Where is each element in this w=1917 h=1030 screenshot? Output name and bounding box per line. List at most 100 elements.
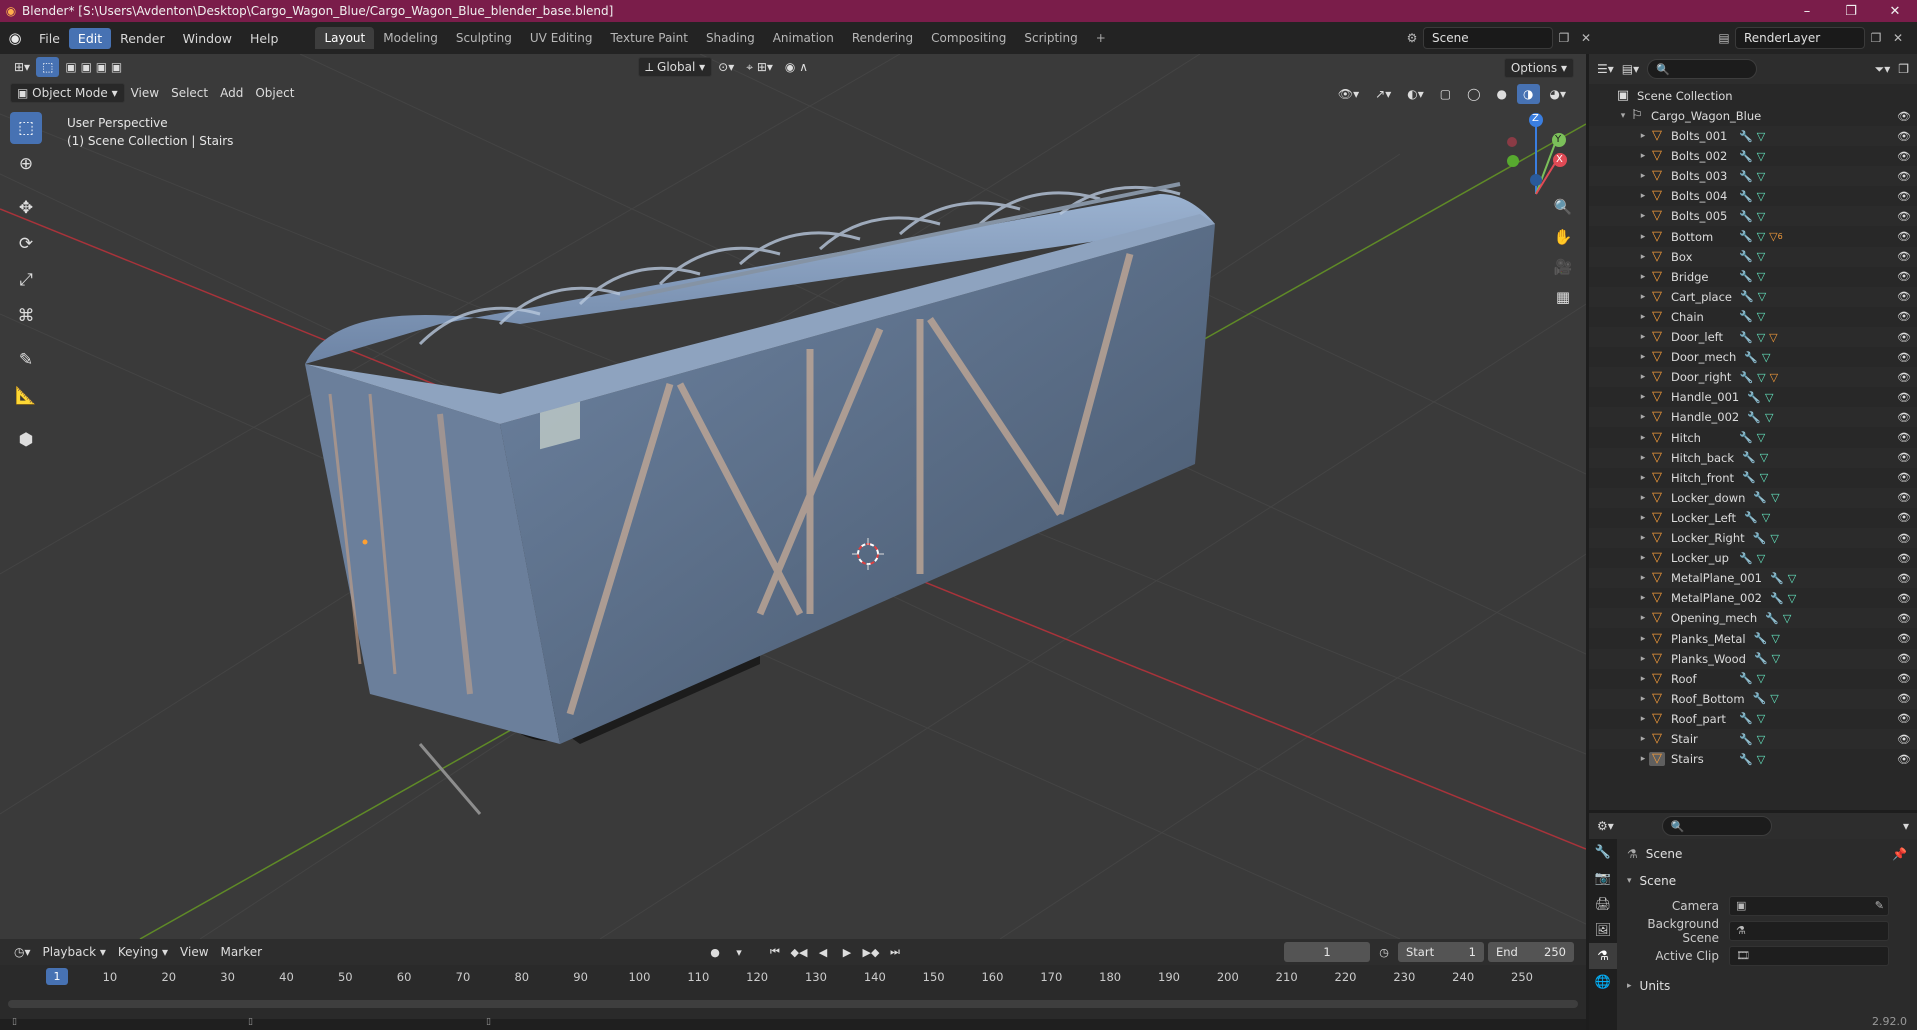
expand-chevron-icon[interactable]: ▸ xyxy=(1637,634,1649,644)
modifier-wrench-icon[interactable]: 🔧 xyxy=(1742,451,1756,464)
modifier-wrench-icon[interactable]: 🔧 xyxy=(1739,331,1753,344)
rendered-shading-icon[interactable]: ◕▾ xyxy=(1544,84,1573,104)
outliner-object-row[interactable]: ▸ ▽ Bolts_004 🔧 ▽ 👁 xyxy=(1589,186,1917,206)
scene-tab-icon[interactable]: ⚗ xyxy=(1589,943,1617,969)
material-shading-icon[interactable]: ◑ xyxy=(1517,84,1540,104)
visibility-eye-icon[interactable]: 👁 xyxy=(1897,632,1911,645)
expand-chevron-icon[interactable]: ▸ xyxy=(1637,694,1649,704)
material-icon[interactable]: ▽ xyxy=(1769,230,1777,243)
new-layer-icon[interactable]: ❐ xyxy=(1865,31,1887,45)
tab-layout[interactable]: Layout xyxy=(315,27,375,49)
modifier-wrench-icon[interactable]: 🔧 xyxy=(1754,652,1768,665)
mesh-data-icon[interactable]: ▽ xyxy=(1757,190,1765,203)
current-frame-field[interactable]: 1 xyxy=(1284,942,1370,962)
outliner-object-row[interactable]: ▸ ▽ Bridge 🔧 ▽ 👁 xyxy=(1589,267,1917,287)
expand-chevron-icon[interactable]: ▸ xyxy=(1637,292,1649,302)
visibility-eye-icon[interactable]: 👁 xyxy=(1897,250,1911,263)
expand-chevron-icon[interactable]: ▸ xyxy=(1637,734,1649,744)
units-section-header[interactable]: ▸ Units xyxy=(1619,974,1915,998)
expand-chevron-icon[interactable]: ▸ xyxy=(1637,533,1649,543)
current-frame-marker[interactable]: 1 xyxy=(46,968,68,985)
mesh-data-icon[interactable]: ▽ xyxy=(1757,230,1765,243)
start-frame-field[interactable]: Start 1 xyxy=(1398,942,1484,962)
visibility-eye-icon[interactable]: 👁 xyxy=(1897,471,1911,484)
modifier-wrench-icon[interactable]: 🔧 xyxy=(1739,753,1753,766)
collection-row[interactable]: ▾ ⚐ Cargo_Wagon_Blue 👁 xyxy=(1589,106,1917,126)
expand-chevron-icon[interactable]: ▸ xyxy=(1637,171,1649,181)
xray-icon[interactable]: ▢ xyxy=(1434,84,1457,104)
material-icon[interactable]: ▽ xyxy=(1770,371,1778,384)
outliner-object-row[interactable]: ▸ ▽ Roof_part 🔧 ▽ 👁 xyxy=(1589,709,1917,729)
expand-chevron-icon[interactable]: ▸ xyxy=(1637,332,1649,342)
visibility-eye-icon[interactable]: 👁 xyxy=(1897,150,1911,163)
outliner-object-row[interactable]: ▸ ▽ Bolts_001 🔧 ▽ 👁 xyxy=(1589,126,1917,146)
add-cube-tool-icon[interactable]: ⬢ xyxy=(10,424,42,456)
expand-chevron-icon[interactable]: ▸ xyxy=(1637,473,1649,483)
visibility-eye-icon[interactable]: 👁 xyxy=(1897,290,1911,303)
expand-chevron-icon[interactable]: ▸ xyxy=(1637,573,1649,583)
expand-chevron-icon[interactable]: ▸ xyxy=(1637,613,1649,623)
gizmo-toggle-icon[interactable]: ↗▾ xyxy=(1369,84,1397,104)
visibility-eye-icon[interactable]: 👁 xyxy=(1897,210,1911,223)
outliner-object-row[interactable]: ▸ ▽ Planks_Wood 🔧 ▽ 👁 xyxy=(1589,648,1917,669)
expand-chevron-icon[interactable]: ▸ xyxy=(1637,654,1649,664)
visibility-eye-icon[interactable]: 👁 xyxy=(1897,130,1911,143)
mesh-data-icon[interactable]: ▽ xyxy=(1771,491,1779,504)
expand-chevron-icon[interactable]: ▸ xyxy=(1637,312,1649,322)
modifier-wrench-icon[interactable]: 🔧 xyxy=(1739,250,1753,263)
expand-chevron-icon[interactable]: ▸ xyxy=(1637,191,1649,201)
outliner-object-row[interactable]: ▸ ▽ MetalPlane_001 🔧 ▽ 👁 xyxy=(1589,568,1917,589)
select-mode-icons[interactable]: ▣ ▣ ▣ ▣ xyxy=(59,57,128,77)
scene-collection-row[interactable]: ▣ Scene Collection xyxy=(1589,86,1917,106)
next-keyframe-icon[interactable]: ▶◆ xyxy=(861,942,881,962)
visibility-eye-icon[interactable]: 👁 xyxy=(1897,712,1911,725)
mesh-data-icon[interactable]: ▽ xyxy=(1760,451,1768,464)
visibility-eye-icon[interactable]: 👁 xyxy=(1897,572,1911,585)
timeline-editor-icon[interactable]: ◷▾ xyxy=(8,942,37,962)
eyedropper-icon[interactable]: ✎ xyxy=(1875,899,1888,912)
visibility-eye-icon[interactable]: 👁 xyxy=(1897,612,1911,625)
outliner-object-row[interactable]: ▸ ▽ Door_right 🔧 ▽ ▽ 👁 xyxy=(1589,367,1917,388)
outliner-object-row[interactable]: ▸ ▽ Handle_001 🔧 ▽ 👁 xyxy=(1589,387,1917,407)
play-icon[interactable]: ▶ xyxy=(837,942,857,962)
outliner-object-row[interactable]: ▸ ▽ Box 🔧 ▽ 👁 xyxy=(1589,246,1917,267)
mesh-data-icon[interactable]: ▽ xyxy=(1788,572,1796,585)
mesh-data-icon[interactable]: ▽ xyxy=(1788,592,1796,605)
expand-chevron-icon[interactable]: ▾ xyxy=(1617,111,1629,121)
outliner-object-row[interactable]: ▸ ▽ Cart_place 🔧 ▽ 👁 xyxy=(1589,286,1917,307)
mesh-data-icon[interactable]: ▽ xyxy=(1757,753,1765,766)
camera-view-icon[interactable]: 🎥 xyxy=(1550,254,1576,280)
close-icon[interactable]: ✕ xyxy=(1873,4,1917,19)
mesh-data-icon[interactable]: ▽ xyxy=(1757,431,1765,444)
rotate-tool-icon[interactable]: ⟳ xyxy=(10,228,42,260)
visibility-eye-icon[interactable]: 👁 xyxy=(1897,371,1911,384)
outliner-object-row[interactable]: ▸ ▽ Locker_up 🔧 ▽ 👁 xyxy=(1589,548,1917,568)
options-dropdown[interactable]: Options ▾ xyxy=(1503,58,1574,78)
expand-chevron-icon[interactable]: ▸ xyxy=(1637,352,1649,362)
pin-icon[interactable]: 📌 xyxy=(1892,847,1915,861)
menu-timeline-view[interactable]: View xyxy=(174,942,214,962)
modifier-wrench-icon[interactable]: 🔧 xyxy=(1739,210,1753,223)
outliner-object-row[interactable]: ▸ ▽ Bottom 🔧 ▽ ▽ 6 👁 xyxy=(1589,227,1917,247)
menu-select[interactable]: Select xyxy=(165,83,214,103)
expand-chevron-icon[interactable]: ▸ xyxy=(1637,593,1649,603)
tab-animation[interactable]: Animation xyxy=(764,27,843,49)
mode-dropdown[interactable]: ▣ Object Mode ▾ xyxy=(10,83,125,103)
jump-start-icon[interactable]: ⏮ xyxy=(765,942,785,962)
modifier-wrench-icon[interactable]: 🔧 xyxy=(1747,391,1761,404)
expand-chevron-icon[interactable]: ▸ xyxy=(1637,453,1649,463)
visibility-eye-icon[interactable]: 👁 xyxy=(1897,733,1911,746)
menu-help[interactable]: Help xyxy=(241,28,288,49)
visibility-eye-icon[interactable]: 👁 xyxy=(1897,230,1911,243)
expand-chevron-icon[interactable]: ▸ xyxy=(1637,674,1649,684)
menu-playback[interactable]: Playback ▾ xyxy=(37,942,112,962)
menu-render[interactable]: Render xyxy=(111,28,174,49)
properties-options-icon[interactable]: ▾ xyxy=(1903,819,1909,833)
visibility-eye-icon[interactable]: 👁 xyxy=(1897,672,1911,685)
visibility-eye-icon[interactable]: 👁 xyxy=(1897,451,1911,464)
view-layer-tab-icon[interactable]: 🖼 xyxy=(1589,917,1617,943)
render-layer-icon[interactable]: ▤ xyxy=(1713,31,1735,45)
visibility-eye-icon[interactable]: 👁 xyxy=(1897,552,1911,565)
modifier-wrench-icon[interactable]: 🔧 xyxy=(1739,130,1753,143)
expand-chevron-icon[interactable]: ▸ xyxy=(1637,412,1649,422)
